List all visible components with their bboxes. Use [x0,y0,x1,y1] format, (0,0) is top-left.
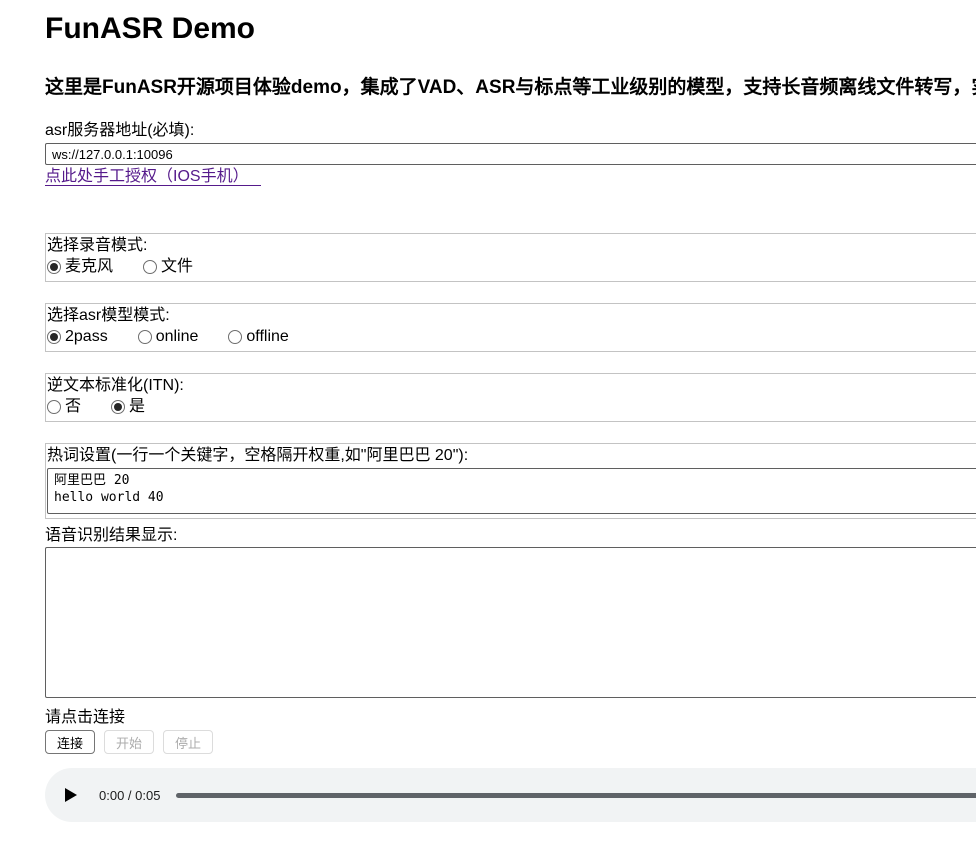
itn-no-radio-label: 否 [65,398,81,416]
radio-option-file[interactable]: 文件 [143,258,193,276]
offline-radio-button[interactable] [228,330,242,344]
2pass-radio-label: 2pass [65,328,108,346]
hotwords-textarea[interactable]: 阿里巴巴 20 hello world 40 [47,468,976,514]
result-textarea[interactable] [45,547,976,698]
funasr-demo-page: FunASR Demo 这里是FunASR开源项目体验demo，集成了VAD、A… [45,14,976,822]
online-radio-label: online [156,328,199,346]
hotwords-label: 热词设置(一行一个关键字，空格隔开权重,如"阿里巴巴 20"): [47,447,976,465]
server-address-label: asr服务器地址(必填): [45,122,976,139]
asr-mode-options: 2pass online offline [47,327,976,347]
record-mode-label: 选择录音模式: [47,237,976,255]
itn-yes-radio-button[interactable] [111,400,125,414]
itn-label: 逆文本标准化(ITN): [47,377,976,395]
itn-section: 逆文本标准化(ITN): 否 是 [45,373,976,422]
radio-option-online[interactable]: online [138,328,199,346]
audio-time-display: 0:00 / 0:05 [99,788,160,803]
control-buttons-row: 连接 开始 停止 [45,730,976,754]
2pass-radio-button[interactable] [47,330,61,344]
mic-radio-button[interactable] [47,260,61,274]
radio-option-itn-no[interactable]: 否 [47,398,81,416]
stop-button[interactable]: 停止 [163,730,213,754]
mic-radio-label: 麦克风 [65,258,113,276]
connect-button[interactable]: 连接 [45,730,95,754]
radio-option-itn-yes[interactable]: 是 [111,398,145,416]
file-radio-button[interactable] [143,260,157,274]
start-button[interactable]: 开始 [104,730,154,754]
connection-status-text: 请点击连接 [45,709,976,726]
auth-link-row: 点此处手工授权（IOS手机） [45,168,976,186]
server-address-input[interactable] [45,143,976,165]
audio-progress-bar[interactable] [176,793,976,798]
itn-options: 否 是 [47,397,976,417]
record-mode-section: 选择录音模式: 麦克风 文件 [45,233,976,282]
radio-option-offline[interactable]: offline [228,328,288,346]
record-mode-options: 麦克风 文件 [47,257,976,277]
asr-mode-label: 选择asr模型模式: [47,307,976,325]
hotwords-section: 热词设置(一行一个关键字，空格隔开权重,如"阿里巴巴 20"): 阿里巴巴 20… [45,443,976,519]
radio-option-mic[interactable]: 麦克风 [47,258,113,276]
audio-player[interactable]: 0:00 / 0:05 [45,768,976,822]
page-title: FunASR Demo [45,14,976,44]
asr-mode-section: 选择asr模型模式: 2pass online offline [45,303,976,352]
online-radio-button[interactable] [138,330,152,344]
result-label: 语音识别结果显示: [45,527,976,544]
itn-no-radio-button[interactable] [47,400,61,414]
play-icon[interactable] [65,788,77,802]
manual-auth-link[interactable]: 点此处手工授权（IOS手机） [45,168,261,186]
page-description: 这里是FunASR开源项目体验demo，集成了VAD、ASR与标点等工业级别的模… [45,77,976,98]
itn-yes-radio-label: 是 [129,398,145,416]
radio-option-2pass[interactable]: 2pass [47,328,108,346]
offline-radio-label: offline [246,328,288,346]
file-radio-label: 文件 [161,258,193,276]
